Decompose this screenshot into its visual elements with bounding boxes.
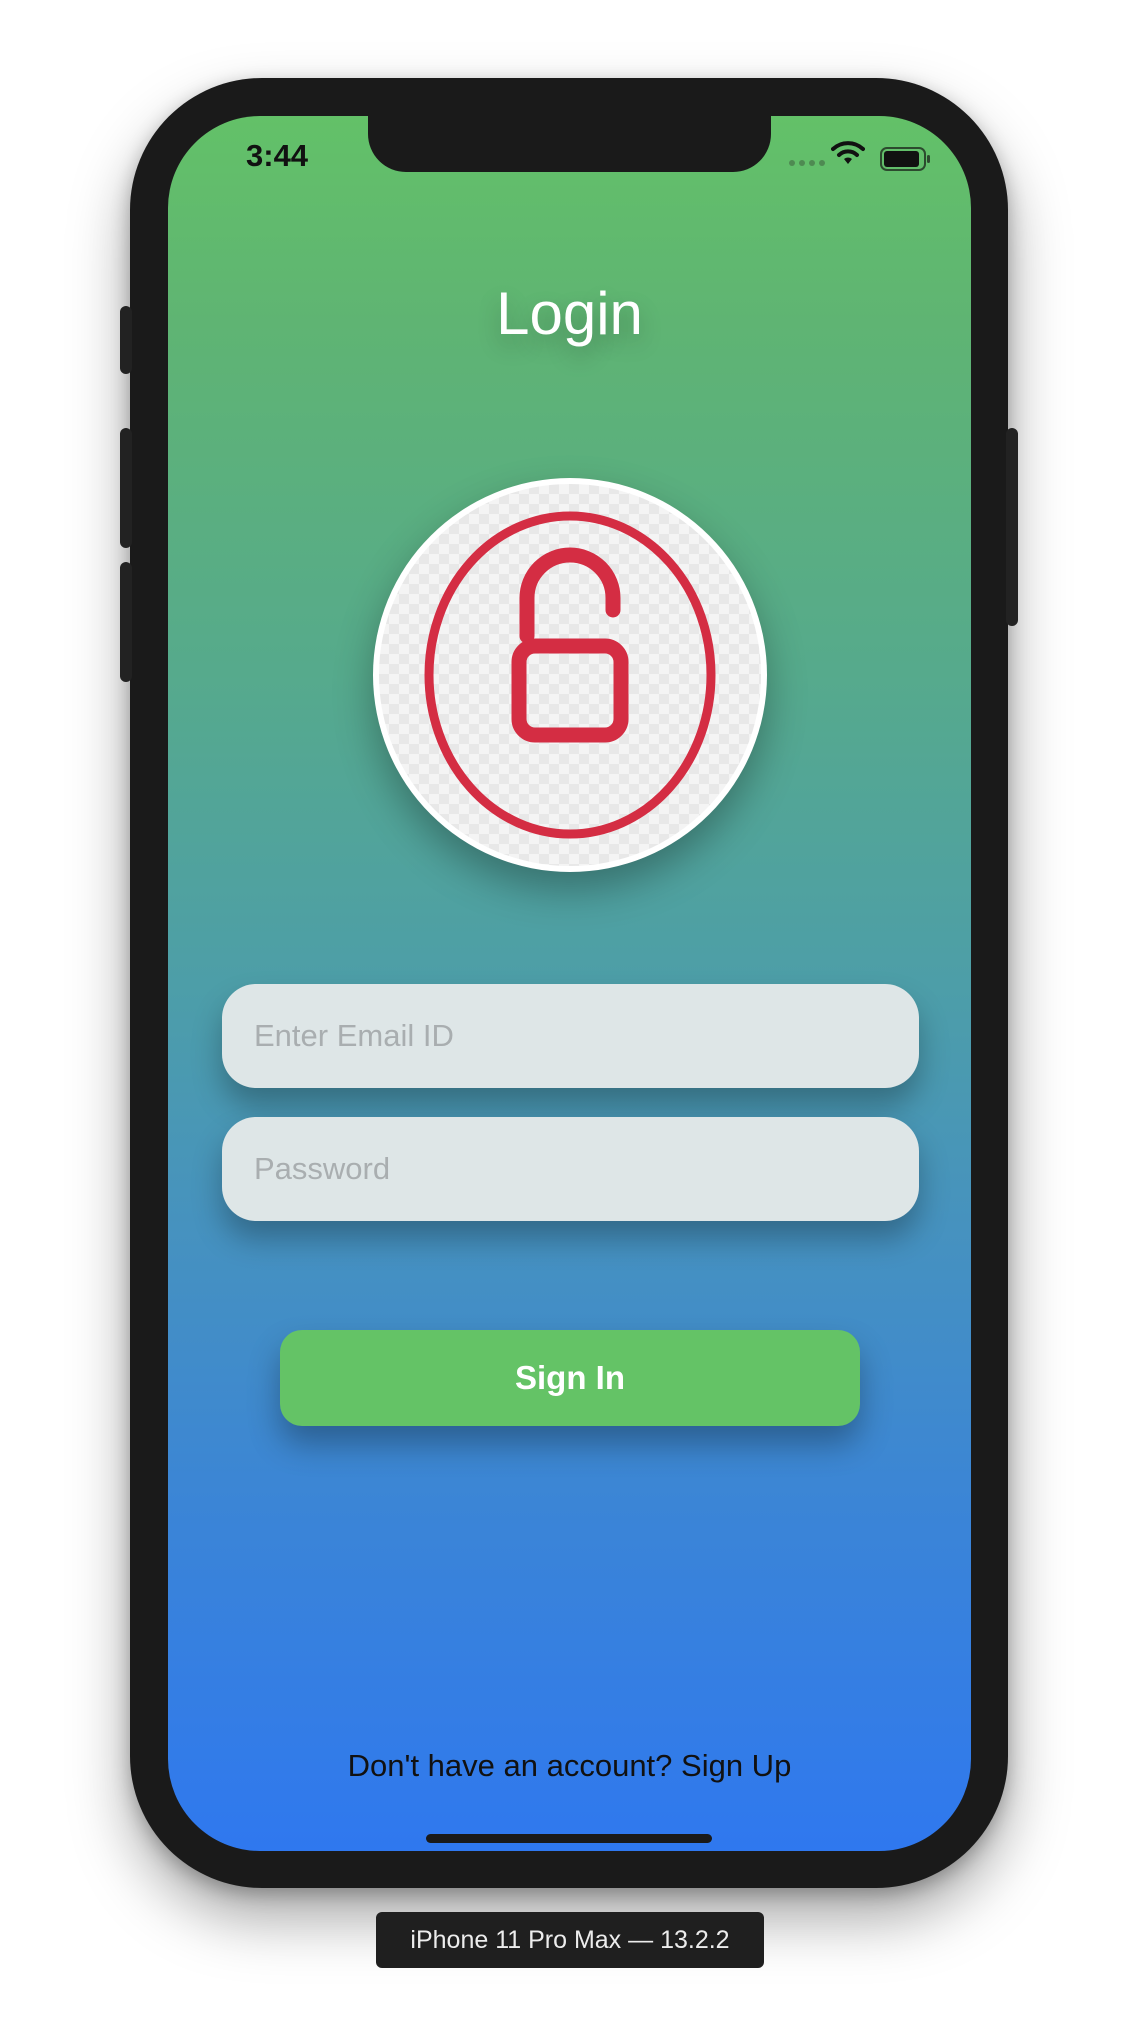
password-field[interactable] xyxy=(222,1117,919,1221)
email-field[interactable] xyxy=(222,984,919,1088)
unlocked-padlock-icon xyxy=(424,511,716,839)
lock-logo xyxy=(373,478,767,872)
simulator-device-label: iPhone 11 Pro Max — 13.2.2 xyxy=(376,1912,764,1968)
mute-switch xyxy=(120,306,132,374)
battery-icon xyxy=(880,147,930,171)
sign-up-link[interactable]: Don't have an account? Sign Up xyxy=(168,1748,971,1784)
sign-in-button[interactable]: Sign In xyxy=(280,1330,860,1426)
app-screen: 3:44 Login Sign In Don't have an account… xyxy=(168,116,971,1851)
page-title: Login xyxy=(496,280,643,347)
power-button xyxy=(1006,428,1018,626)
volume-up-button xyxy=(120,428,132,548)
home-indicator[interactable] xyxy=(426,1834,712,1843)
cellular-signal-icon xyxy=(789,160,825,166)
volume-down-button xyxy=(120,562,132,682)
wifi-icon xyxy=(831,141,865,164)
notch xyxy=(368,116,771,172)
status-time: 3:44 xyxy=(246,138,309,173)
